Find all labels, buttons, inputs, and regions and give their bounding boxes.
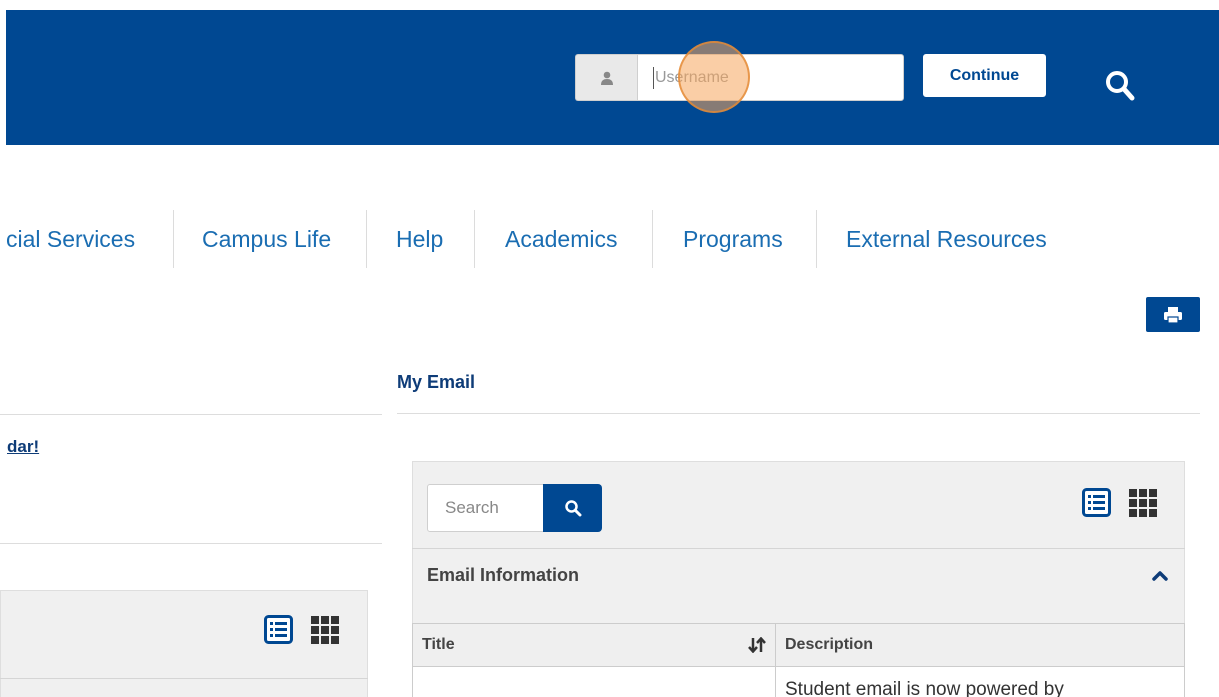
list-view-icon[interactable] xyxy=(264,615,293,644)
column-description-label: Description xyxy=(785,636,874,653)
username-input[interactable]: Username xyxy=(637,54,904,101)
email-search-button[interactable] xyxy=(543,484,602,532)
main-nav: cial Services Campus Life Help Academics… xyxy=(0,210,1077,268)
nav-item-external-resources[interactable]: External Resources xyxy=(817,210,1077,268)
email-heading-divider xyxy=(397,413,1200,414)
column-header-description[interactable]: Description xyxy=(775,623,1185,667)
email-search-input[interactable]: Search xyxy=(427,484,544,532)
email-information-title[interactable]: Email Information xyxy=(427,565,579,586)
table-cell-description-text: Student email is now powered by xyxy=(785,679,1064,697)
calendar-link[interactable]: dar! xyxy=(7,437,39,457)
column-header-title[interactable]: Title xyxy=(412,623,775,667)
left-divider xyxy=(0,414,382,415)
left-view-toggle xyxy=(264,615,339,644)
nav-item-financial-services[interactable]: cial Services xyxy=(0,210,174,268)
left-panel-divider xyxy=(0,678,368,679)
list-view-icon[interactable] xyxy=(1082,488,1111,517)
grid-view-icon[interactable] xyxy=(1128,488,1157,517)
left-divider-2 xyxy=(0,543,382,544)
search-icon[interactable] xyxy=(1101,64,1141,108)
nav-item-campus-life[interactable]: Campus Life xyxy=(174,210,367,268)
toolbar-divider xyxy=(412,548,1185,549)
column-title-label: Title xyxy=(422,636,455,653)
username-placeholder: Username xyxy=(655,68,729,86)
email-view-toggle xyxy=(1082,488,1157,517)
chevron-up-icon[interactable] xyxy=(1151,568,1169,582)
print-button[interactable] xyxy=(1146,297,1200,332)
user-icon xyxy=(575,54,637,101)
my-email-heading: My Email xyxy=(397,372,476,392)
search-icon xyxy=(564,500,581,517)
text-caret xyxy=(653,66,654,89)
grid-view-icon[interactable] xyxy=(310,615,339,644)
nav-item-academics[interactable]: Academics xyxy=(475,210,653,268)
table-cell-title xyxy=(412,667,776,697)
nav-item-help[interactable]: Help xyxy=(367,210,475,268)
login-form: Username xyxy=(575,54,904,101)
sort-icon[interactable] xyxy=(748,637,766,653)
continue-button[interactable]: Continue xyxy=(923,54,1046,97)
print-icon xyxy=(1164,306,1182,324)
nav-item-programs[interactable]: Programs xyxy=(653,210,817,268)
